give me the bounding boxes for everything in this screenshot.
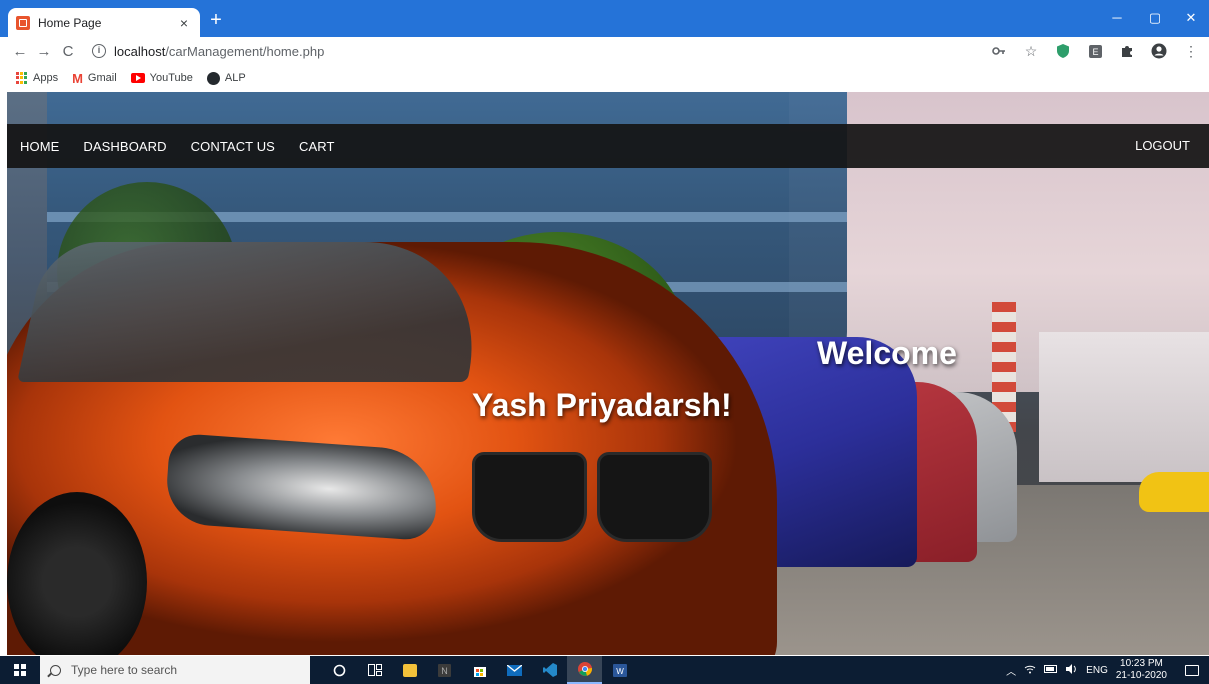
- page-favicon-icon: [16, 15, 30, 30]
- tray-chevron-up-icon[interactable]: ︿: [1006, 663, 1016, 678]
- battery-icon[interactable]: [1044, 664, 1058, 676]
- notification-center-icon[interactable]: [1185, 664, 1199, 676]
- clock-date: 21-10-2020: [1115, 670, 1167, 681]
- username-heading: Yash Priyadarsh!: [472, 387, 732, 423]
- bookmark-label: Apps: [33, 72, 59, 84]
- vscode-icon[interactable]: [532, 656, 567, 684]
- gmail-icon: M: [72, 70, 83, 86]
- mail-icon[interactable]: [497, 656, 532, 684]
- onenote-icon[interactable]: N: [427, 656, 462, 684]
- system-tray: ︿ ENG 10:23 PM 21-10-2020: [1006, 656, 1209, 684]
- site-navbar: HOME DASHBOARD CONTACT US CART LOGOUT: [7, 124, 1209, 168]
- maximize-button[interactable]: ▢: [1145, 10, 1165, 26]
- menu-kebab-icon[interactable]: ⋮: [1181, 41, 1201, 61]
- address-bar[interactable]: i localhost/carManagement/home.php: [92, 40, 324, 62]
- wifi-icon[interactable]: [1024, 664, 1036, 677]
- github-icon: [206, 71, 220, 85]
- url-host: localhost: [114, 43, 166, 59]
- bookmark-star-icon[interactable]: ☆: [1021, 41, 1041, 61]
- taskbar-search-box[interactable]: Type here to search: [40, 656, 310, 684]
- windows-logo-icon: [14, 664, 26, 676]
- chrome-icon[interactable]: [567, 656, 602, 684]
- clock-time: 10:23 PM: [1120, 658, 1163, 669]
- nav-home-link[interactable]: HOME: [7, 139, 71, 154]
- browser-tab[interactable]: Home Page ×: [8, 8, 200, 37]
- extension-e-icon[interactable]: E: [1085, 41, 1105, 61]
- browser-titlebar: Home Page × + ─ ▢ ✕: [0, 0, 1209, 37]
- windshield: [17, 242, 497, 382]
- volume-icon[interactable]: [1066, 663, 1078, 677]
- tab-title: Home Page: [38, 15, 102, 30]
- bookmarks-bar: Apps M Gmail YouTube ALP: [0, 66, 1209, 90]
- close-window-button[interactable]: ✕: [1181, 10, 1201, 26]
- bookmark-gmail[interactable]: M Gmail: [72, 71, 117, 86]
- start-button[interactable]: [0, 656, 40, 684]
- nav-contact-link[interactable]: CONTACT US: [179, 139, 287, 154]
- taskbar-clock[interactable]: 10:23 PM 21-10-2020: [1116, 658, 1167, 682]
- logout-link[interactable]: LOGOUT: [1135, 138, 1190, 153]
- forward-button[interactable]: →: [32, 43, 56, 60]
- minimize-button[interactable]: ─: [1107, 10, 1127, 25]
- bookmark-label: YouTube: [149, 72, 193, 84]
- bookmark-alp[interactable]: ALP: [206, 71, 246, 85]
- windows-taskbar: Type here to search N W ︿ ENG 10:23 PM 2…: [0, 656, 1209, 684]
- puzzle-extensions-icon[interactable]: [1117, 41, 1137, 61]
- tab-close-icon[interactable]: ×: [176, 15, 192, 31]
- search-placeholder: Type here to search: [71, 663, 178, 677]
- bookmark-youtube[interactable]: YouTube: [130, 72, 193, 84]
- toolbar-actions: ☆ E ⋮: [989, 41, 1201, 61]
- browser-toolbar: ← → C i localhost/carManagement/home.php…: [0, 37, 1209, 66]
- key-icon[interactable]: [989, 41, 1009, 61]
- task-view-icon[interactable]: [357, 656, 392, 684]
- svg-text:W: W: [616, 667, 624, 676]
- nav-dashboard-link[interactable]: DASHBOARD: [71, 139, 178, 154]
- building: [1039, 332, 1209, 482]
- profile-avatar-icon[interactable]: [1149, 41, 1169, 61]
- url-path: /carManagement/home.php: [165, 43, 325, 59]
- bookmark-label: Gmail: [87, 72, 117, 84]
- welcome-heading: Welcome: [817, 335, 957, 371]
- word-icon[interactable]: W: [602, 656, 637, 684]
- svg-text:N: N: [441, 666, 448, 676]
- shield-extension-icon[interactable]: [1053, 41, 1073, 61]
- bookmark-label: ALP: [224, 72, 246, 84]
- svg-text:E: E: [1092, 47, 1098, 57]
- file-explorer-icon[interactable]: [392, 656, 427, 684]
- back-button[interactable]: ←: [8, 43, 32, 60]
- nav-cart-link[interactable]: CART: [287, 139, 347, 154]
- search-icon: [50, 664, 61, 676]
- yellow-car: [1139, 472, 1209, 512]
- youtube-icon: [130, 73, 145, 83]
- store-icon[interactable]: [462, 656, 497, 684]
- cortana-icon[interactable]: [322, 656, 357, 684]
- new-tab-button[interactable]: +: [206, 10, 226, 30]
- language-indicator[interactable]: ENG: [1086, 665, 1108, 676]
- reload-button[interactable]: C: [56, 43, 80, 60]
- bookmark-apps[interactable]: Apps: [16, 72, 58, 84]
- car-grille: [472, 452, 712, 542]
- site-info-icon[interactable]: i: [92, 44, 106, 58]
- taskbar-apps: N W: [322, 656, 637, 684]
- page-viewport: HOME DASHBOARD CONTACT US CART LOGOUT We…: [7, 92, 1209, 655]
- apps-grid-icon: [16, 72, 28, 84]
